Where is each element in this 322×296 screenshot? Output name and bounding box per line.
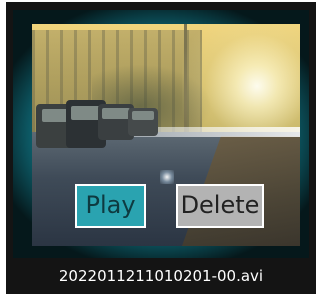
playback-screen: Play Delete 2022011211010201-00.avi — [6, 2, 316, 294]
file-name-label: 2022011211010201-00.avi — [58, 267, 264, 285]
thumbnail-car — [128, 108, 158, 136]
delete-button[interactable]: Delete — [176, 184, 264, 228]
thumbnail-light-spot — [160, 170, 174, 184]
play-button[interactable]: Play — [75, 184, 146, 228]
